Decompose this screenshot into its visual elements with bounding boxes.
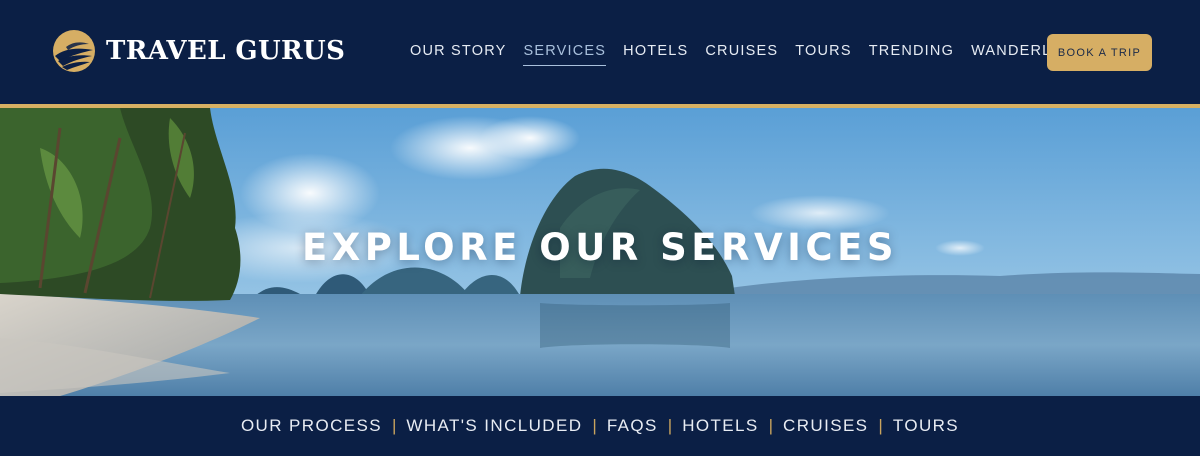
book-a-trip-button[interactable]: BOOK A TRIP bbox=[1047, 34, 1152, 71]
subnav-whats-included[interactable]: WHAT'S INCLUDED bbox=[406, 416, 582, 436]
subnav-cruises[interactable]: CRUISES bbox=[783, 416, 868, 436]
subnav-our-process[interactable]: OUR PROCESS bbox=[241, 416, 382, 436]
nav-trending[interactable]: TRENDING bbox=[869, 43, 954, 66]
nav-our-story[interactable]: OUR STORY bbox=[410, 43, 506, 66]
subnav-faqs[interactable]: FAQS bbox=[607, 416, 658, 436]
hero-title: EXPLORE OUR SERVICES bbox=[301, 226, 899, 269]
subnav-separator: | bbox=[592, 416, 597, 435]
nav-services[interactable]: SERVICES bbox=[523, 43, 607, 66]
subnav-separator: | bbox=[391, 416, 397, 435]
nav-tours[interactable]: TOURS bbox=[795, 43, 852, 66]
site-header: TRAVEL GURUS OUR STORY SERVICES HOTELS C… bbox=[0, 0, 1200, 104]
logo[interactable]: TRAVEL GURUS bbox=[52, 29, 345, 73]
services-subnav: OUR PROCESS | WHAT'S INCLUDED | FAQS | H… bbox=[0, 396, 1200, 456]
sunset-wings-logo-icon bbox=[53, 30, 95, 72]
hero-banner: EXPLORE OUR SERVICES bbox=[0, 108, 1200, 396]
subnav-tours[interactable]: TOURS bbox=[893, 416, 959, 436]
main-nav: OUR STORY SERVICES HOTELS CRUISES TOURS … bbox=[410, 43, 1095, 66]
subnav-separator: | bbox=[878, 416, 883, 435]
brand-name: TRAVEL GURUS bbox=[106, 36, 346, 66]
nav-cruises[interactable]: CRUISES bbox=[705, 43, 778, 66]
subnav-hotels[interactable]: HOTELS bbox=[682, 416, 758, 436]
subnav-separator: | bbox=[667, 416, 673, 435]
subnav-separator: | bbox=[768, 416, 774, 435]
nav-hotels[interactable]: HOTELS bbox=[623, 43, 688, 66]
